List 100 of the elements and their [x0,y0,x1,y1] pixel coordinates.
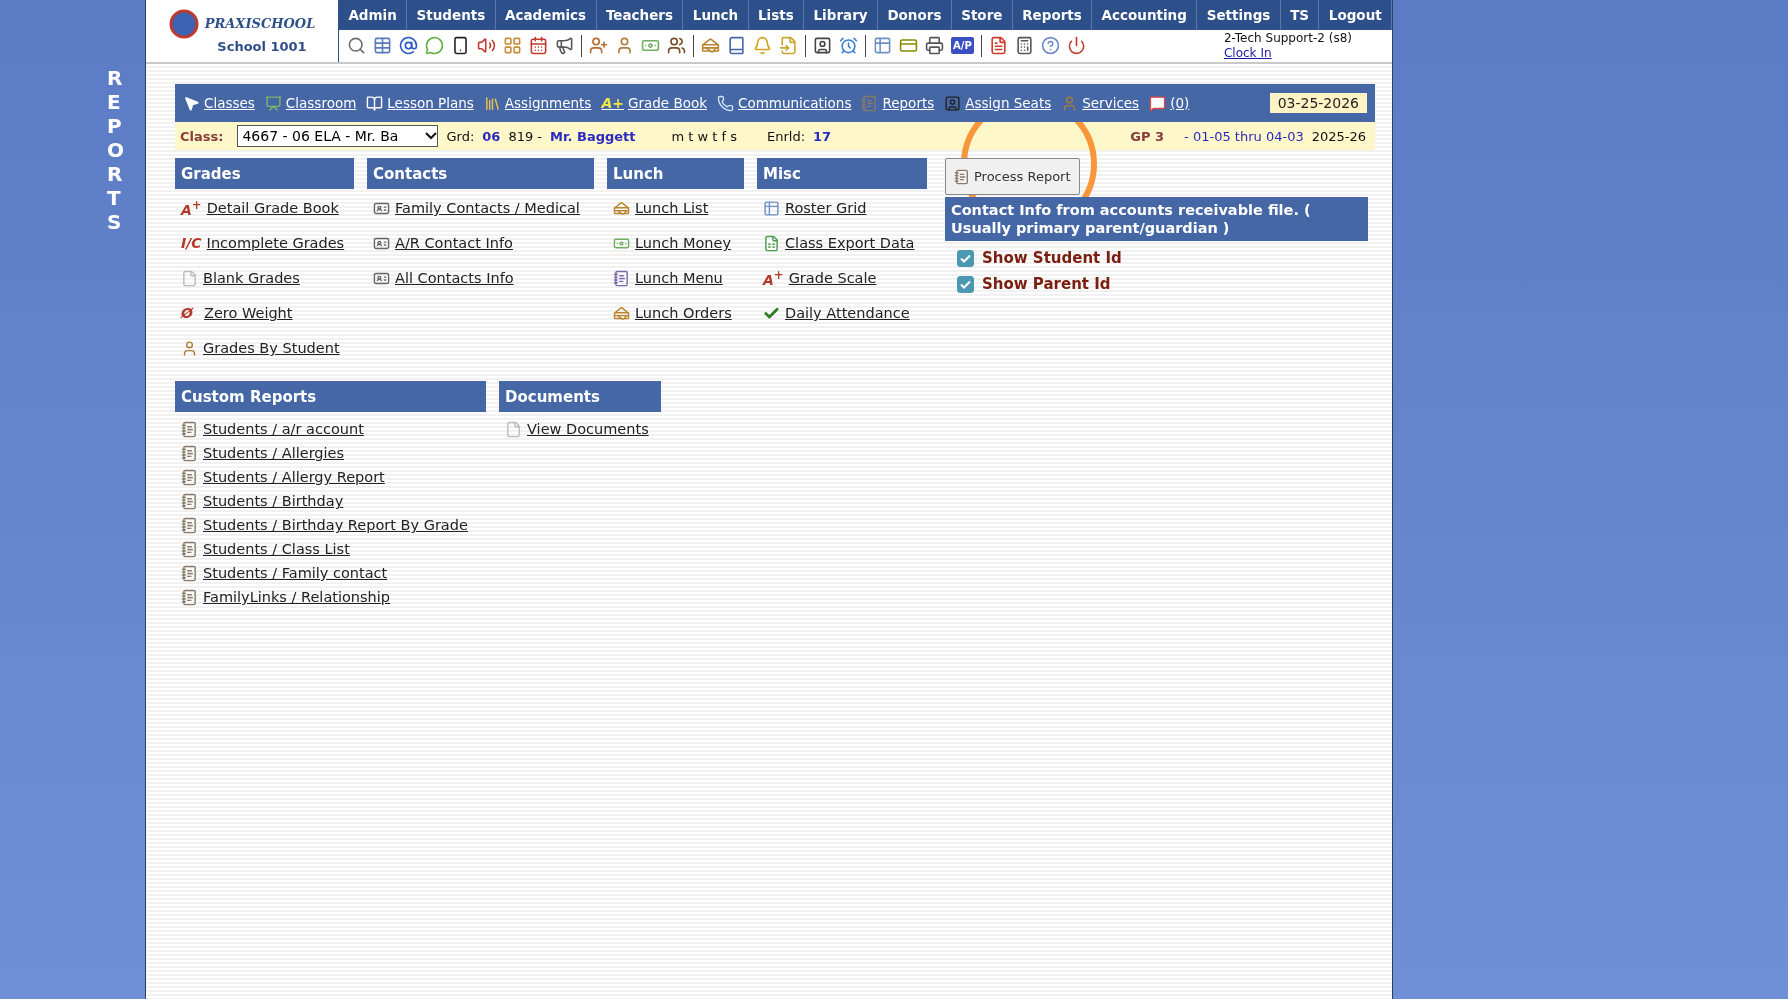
menu-item[interactable]: Academics [495,0,597,30]
person-icon [181,339,198,357]
at-sign-icon[interactable] [399,36,418,55]
report-link[interactable]: Students / Allergy Report [203,469,385,485]
menu-icon [613,269,630,287]
menu-item[interactable]: Store [951,0,1013,30]
ap-badge-icon[interactable]: A/P [951,37,974,54]
report-link[interactable]: Lunch Money [635,235,732,251]
report-link[interactable]: Students / Allergies [203,445,345,461]
people-icon[interactable] [667,36,686,55]
menu-item[interactable]: Students [407,0,496,30]
report-link[interactable]: Students / Birthday Report By Grade [203,517,468,533]
person-icon[interactable] [615,36,634,55]
report-link[interactable]: Class Export Data [785,235,915,251]
class-nav-link[interactable]: Communications [717,94,852,112]
speaker-icon[interactable] [477,36,496,55]
letter-icon: A$^{+}$ [181,198,202,218]
user-name: 2-Tech Support-2 (s8) [1223,30,1352,46]
burger-icon[interactable] [701,36,720,55]
report-link[interactable]: Students / Class List [203,541,350,557]
report-link[interactable]: Family Contacts / Medical [395,200,580,216]
document-icon[interactable] [988,36,1008,55]
enrolled-count: 17 [813,128,832,144]
bell-icon[interactable] [753,36,772,55]
menu-item[interactable]: Library [804,0,878,30]
notebook-icon [181,468,198,486]
option-label: Show Student Id [982,249,1122,267]
class-nav-link[interactable]: Classroom [264,94,357,112]
report-link[interactable]: Zero Weight [204,305,293,321]
search-icon[interactable] [347,36,366,55]
help-icon[interactable] [1040,36,1060,55]
menu-item[interactable]: Settings [1197,0,1281,30]
report-link[interactable]: Students / a/r account [203,421,364,437]
menu-item[interactable]: Admin [339,0,408,30]
report-link[interactable]: Students / Birthday [203,493,344,509]
report-link[interactable]: Incomplete Grades [206,235,345,251]
menu-item[interactable]: Donors [878,0,952,30]
class-nav-link[interactable]: Assignments [483,94,592,112]
report-link[interactable]: Detail Grade Book [206,200,339,216]
report-link[interactable]: Grade Scale [788,270,877,286]
alarm-clock-icon[interactable] [839,36,858,55]
add-person-icon[interactable] [589,36,608,55]
class-nav-link[interactable]: Services [1061,94,1140,112]
menu-item[interactable]: Teachers [596,0,684,30]
power-icon[interactable] [1066,36,1086,55]
report-link[interactable]: Roster Grid [785,200,867,216]
menu-item[interactable]: Lists [748,0,805,30]
menu-item[interactable]: Lunch [683,0,749,30]
card-icon[interactable] [899,36,918,55]
chat-bubble-icon[interactable] [425,36,444,55]
notebook-icon [181,492,198,510]
person-icon [944,94,962,112]
class-nav-link[interactable]: Assign Seats [944,94,1052,112]
checkmark-icon [960,253,971,263]
report-link[interactable]: Daily Attendance [785,305,910,321]
report-link[interactable]: Students / Family contact [203,565,388,581]
person-badge-icon[interactable] [813,36,832,55]
panel-heading: Contact Info from accounts receivable file. ( Usually primary parent/guardian ) [945,197,1368,241]
notebook-icon [181,420,198,438]
report-link[interactable]: Lunch Orders [635,305,732,321]
calendar-icon[interactable] [529,36,548,55]
class-label: Class: [180,128,224,144]
class-nav-link[interactable]: Classes [183,94,255,112]
book-icon[interactable] [727,36,746,55]
phone-icon[interactable] [451,36,470,55]
report-link[interactable]: Lunch List [635,200,709,216]
calculator-icon[interactable] [1014,36,1034,55]
report-link[interactable]: Blank Grades [203,270,300,286]
megaphone-icon[interactable] [555,36,574,55]
menu-item[interactable]: Logout [1319,0,1393,30]
class-nav-link[interactable]: (0) [1149,94,1190,112]
document-arrow-icon[interactable] [779,36,798,55]
clock-in-link[interactable]: Clock In [1223,45,1352,61]
menu-item[interactable]: Reports [1012,0,1093,30]
checkbox[interactable] [957,275,974,293]
section-header: Misc [757,158,927,189]
menu-item[interactable]: TS [1280,0,1320,30]
report-link[interactable]: Grades By Student [203,340,340,356]
class-nav-link[interactable]: Reports [861,94,935,112]
table-icon[interactable] [373,36,392,55]
printer-icon[interactable] [925,36,944,55]
section-header: Grades [175,158,354,189]
section-header: Custom Reports [175,381,486,412]
pointer-icon [183,94,200,112]
grid-icon[interactable] [503,36,522,55]
class-nav-link[interactable]: Lesson Plans [366,94,474,112]
class-nav-link[interactable]: A+ Grade Book [601,95,707,111]
books-icon [483,94,501,112]
process-report-button[interactable]: Process Report [945,158,1080,195]
report-link[interactable]: Lunch Menu [635,270,723,286]
report-link[interactable]: FamilyLinks / Relationship [203,589,391,605]
page-icon [181,269,198,287]
class-select[interactable]: 4667 - 06 ELA - Mr. Ba [237,125,439,147]
table-icon[interactable] [873,36,892,55]
report-link[interactable]: A/R Contact Info [395,235,513,251]
menu-item[interactable]: Accounting [1092,0,1198,30]
checkbox[interactable] [957,249,974,267]
letter-icon: A$^{+}$ [763,268,784,288]
report-link[interactable]: View Documents [527,421,649,437]
report-link[interactable]: All Contacts Info [395,270,514,286]
